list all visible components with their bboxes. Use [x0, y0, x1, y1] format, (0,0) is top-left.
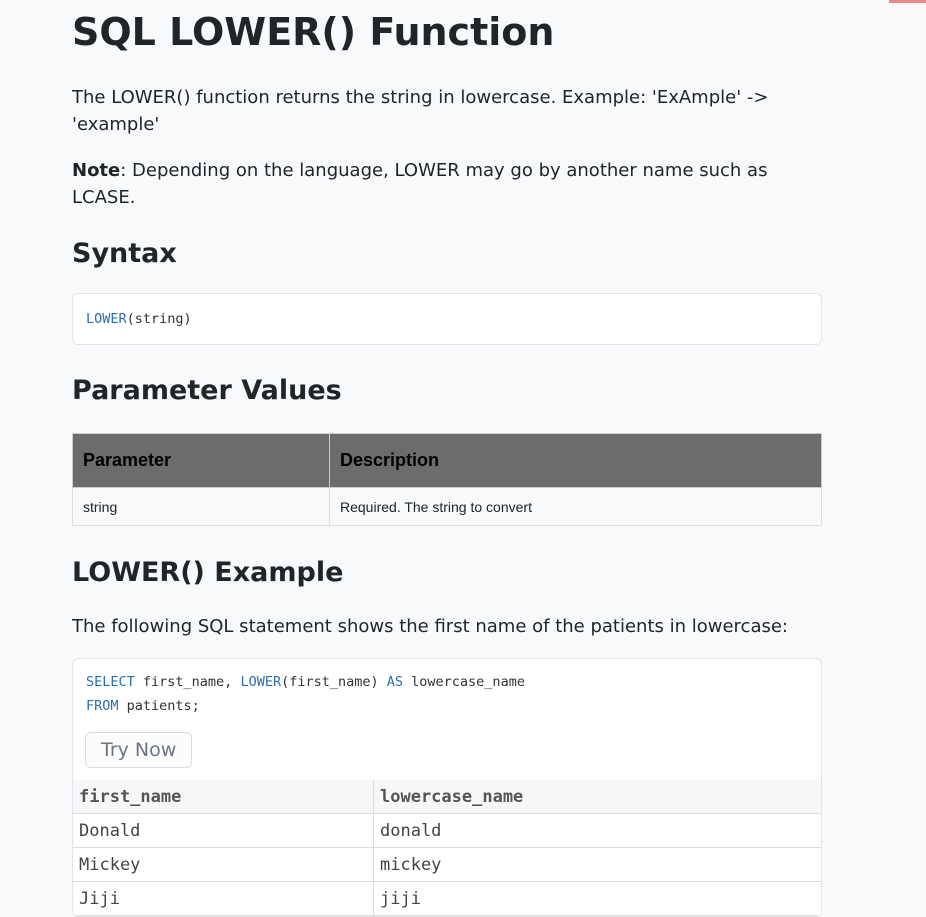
example-code: SELECT first_name, LOWER(first_name) AS … [86, 674, 525, 714]
result-table: first_name lowercase_name Donald donald Mi… [73, 780, 821, 916]
params-header: Description [329, 433, 822, 488]
example-text: The following SQL statement shows the fi… [72, 616, 789, 637]
note-label: Note [72, 160, 121, 181]
top-right-link[interactable] [889, 0, 926, 3]
param-description: Required. The string to convert [329, 487, 822, 526]
table-row: Jiji jiji [73, 881, 821, 916]
params-header: Parameter [72, 433, 330, 488]
article: SQL LOWER() Function The LOWER() functio… [72, 0, 822, 917]
try-now-button[interactable]: Try Now [85, 732, 193, 768]
example-box: SELECT first_name, LOWER(first_name) AS … [72, 658, 822, 917]
param-name: string [72, 487, 330, 526]
code-keyword: LOWER [86, 311, 127, 327]
table-row: string Required. The string to convert [72, 487, 822, 526]
result-header: first_name [73, 780, 374, 814]
note-text: : Depending on the language, LOWER may g… [72, 160, 768, 208]
note: Note: Depending on the language, LOWER m… [72, 157, 822, 211]
params-heading: Parameter Values [72, 375, 342, 406]
page-title: SQL LOWER() Function [72, 10, 555, 54]
intro-text: The LOWER() function returns the string … [72, 87, 769, 135]
table-row: Mickey mickey [73, 847, 821, 882]
syntax-code: LOWER(string) [72, 293, 822, 345]
result-header: lowercase_name [373, 780, 821, 814]
example-heading: LOWER() Example [72, 557, 344, 588]
params-table: Parameter Description string Required. The… [72, 433, 822, 526]
code-text: (string) [126, 311, 192, 327]
syntax-heading: Syntax [72, 238, 177, 269]
table-row: Donald donald [73, 813, 821, 848]
